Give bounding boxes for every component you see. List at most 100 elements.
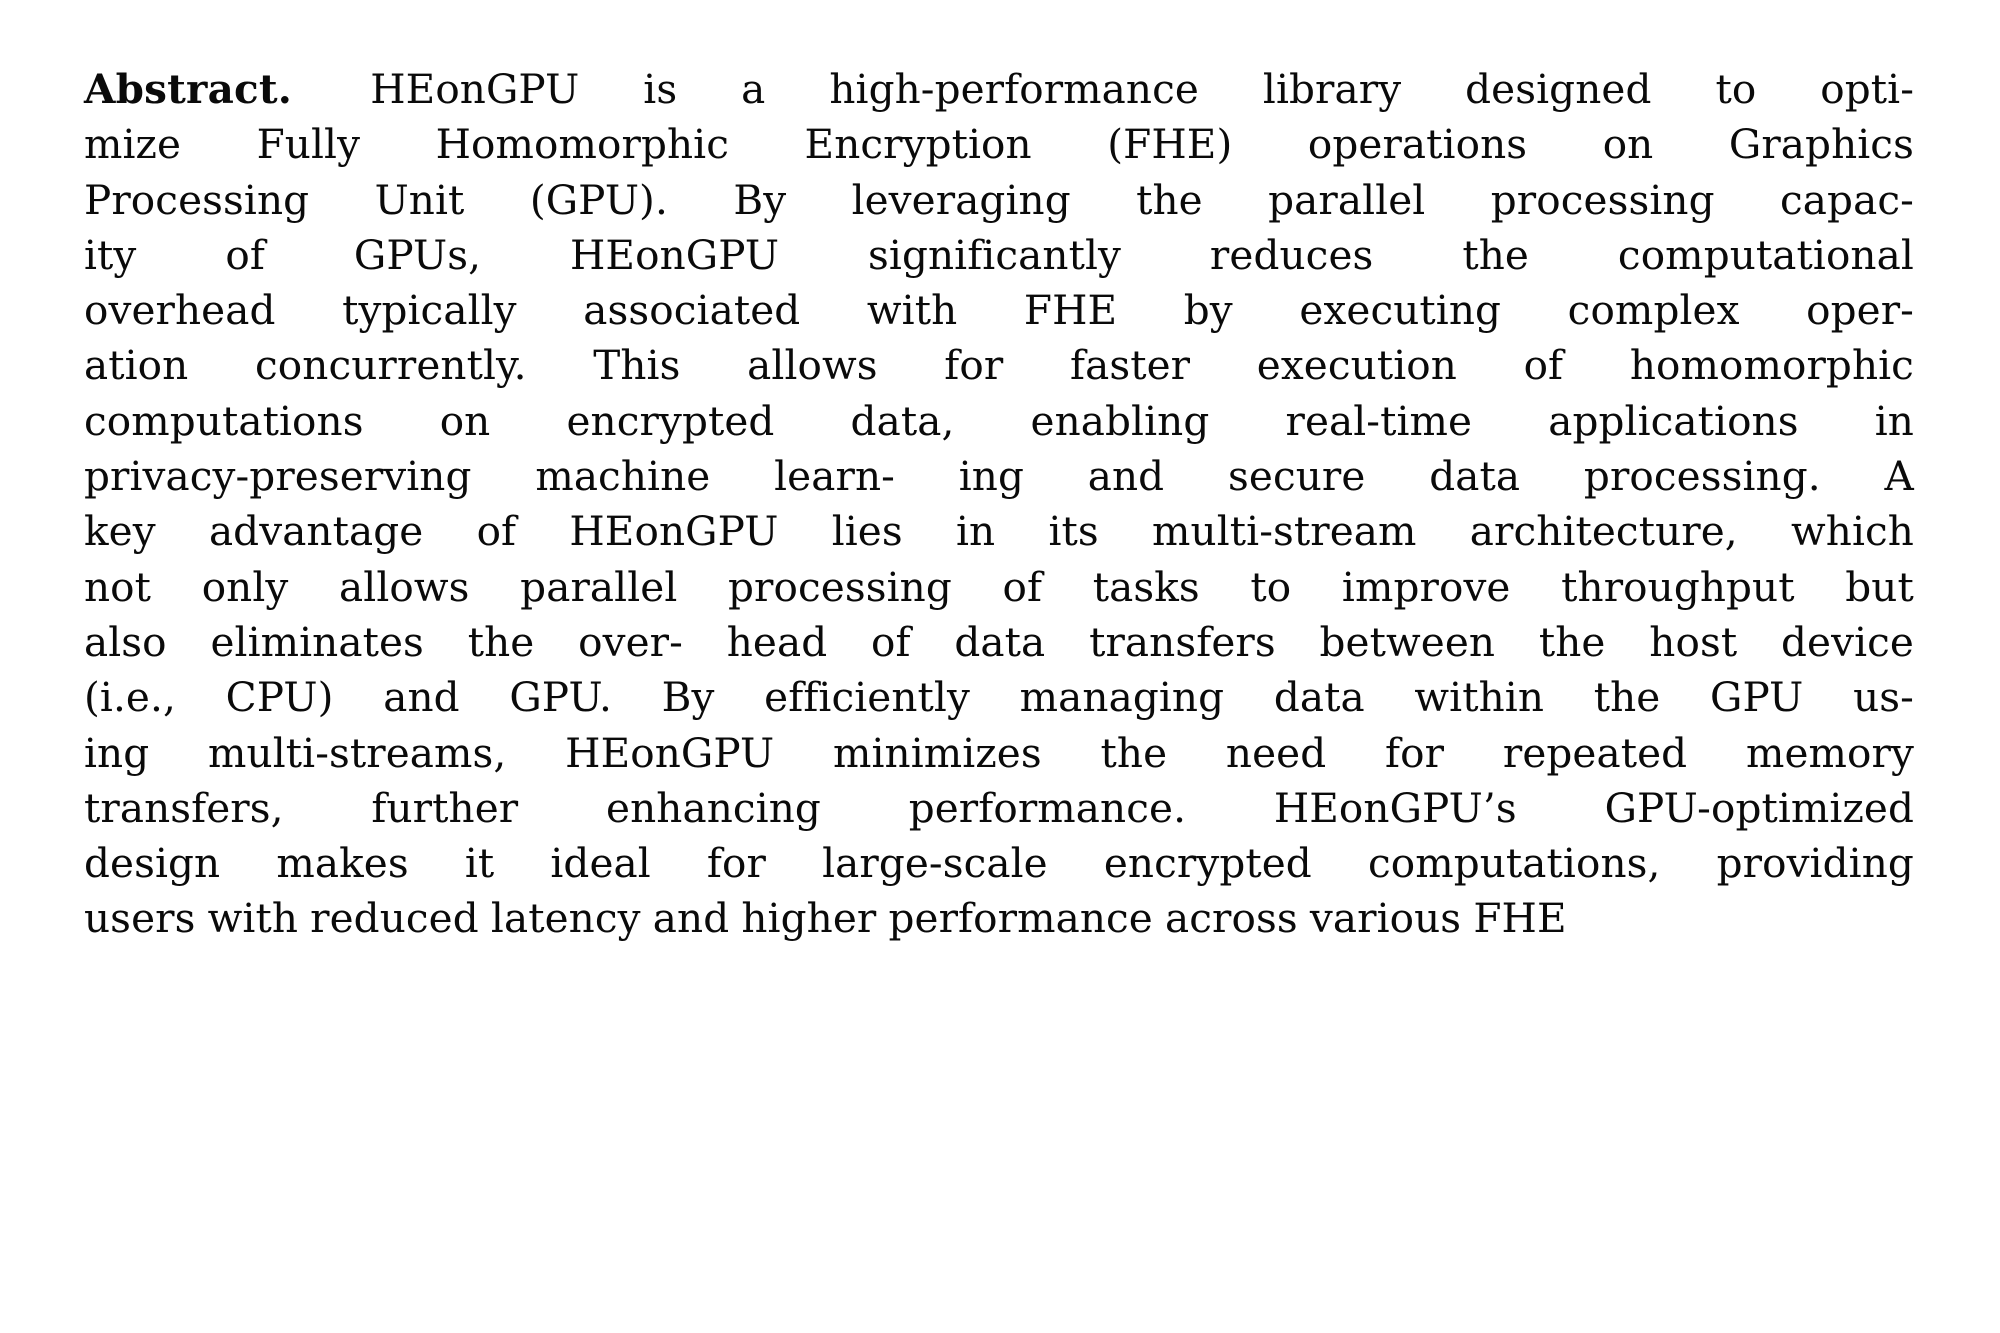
word: processing. <box>1583 452 1821 501</box>
word: between <box>1319 617 1496 666</box>
word: A <box>1884 452 1914 501</box>
word: parallel <box>1268 175 1426 224</box>
word: latency <box>490 894 641 943</box>
word: with <box>866 286 958 335</box>
word: HEonGPU <box>565 728 775 777</box>
abstract-block: Abstract. HEonGPU is a high-performance libra… <box>84 62 1914 947</box>
word: significantly <box>868 230 1121 279</box>
word: improve <box>1341 562 1511 611</box>
word: designed <box>1465 65 1652 113</box>
word: homomorphic <box>1629 341 1914 390</box>
word: high-performance <box>829 65 1199 113</box>
word: concurrently. <box>255 341 527 390</box>
word: data <box>954 617 1046 666</box>
word: execution <box>1256 341 1457 390</box>
word: and <box>652 894 730 943</box>
word: makes <box>276 839 409 888</box>
word: leveraging <box>851 175 1071 224</box>
word: for <box>706 839 766 888</box>
word: FHE <box>1473 894 1567 943</box>
word: head <box>726 617 828 666</box>
word: tasks <box>1092 562 1200 611</box>
word: (GPU). <box>529 175 668 224</box>
word: ideal <box>550 839 651 888</box>
word: HEonGPU <box>569 507 779 556</box>
abstract-line: transfers, further enhancing performance. HE… <box>84 781 1914 836</box>
word: data, <box>850 396 955 445</box>
word: its <box>1048 507 1099 556</box>
word: enhancing <box>606 783 821 832</box>
word: for <box>1385 728 1445 777</box>
word: providing <box>1716 839 1914 888</box>
word: reduces <box>1209 230 1374 279</box>
word: of <box>476 507 517 556</box>
word: in <box>956 507 996 556</box>
word: performance. <box>908 783 1187 832</box>
word: transfers <box>1089 617 1276 666</box>
word: need <box>1225 728 1327 777</box>
word: repeated <box>1502 728 1688 777</box>
word: oper- <box>1806 286 1914 335</box>
word: but <box>1845 562 1914 611</box>
word: HEonGPU <box>570 230 780 279</box>
abstract-line: also eliminates the over-head of data transfer… <box>84 615 1914 670</box>
word: Graphics <box>1728 120 1914 169</box>
word: by <box>1183 286 1233 335</box>
word: overhead <box>84 286 276 335</box>
word: This <box>593 341 681 390</box>
word: privacy-preserving <box>84 452 472 501</box>
abstract-line: not only allows parallel processing of tasks to… <box>84 560 1914 615</box>
word: By <box>661 673 715 722</box>
word: transfers, <box>84 783 284 832</box>
word: users <box>84 894 196 943</box>
word: within <box>1414 673 1545 722</box>
abstract-page: Abstract. HEonGPU is a high-performance libra… <box>0 0 2000 1333</box>
word: enabling <box>1030 396 1210 445</box>
word: on <box>1602 120 1654 169</box>
abstract-line: Processing Unit (GPU). By leveraging the paral… <box>84 173 1914 228</box>
word: to <box>1250 562 1292 611</box>
word: Homomorphic <box>435 120 729 169</box>
word: to <box>1715 65 1757 113</box>
abstract-line: ity of GPUs, HEonGPU significantly reduces the… <box>84 228 1914 283</box>
word: reduced <box>310 894 479 943</box>
word: operations <box>1307 120 1528 169</box>
word: ity <box>84 230 137 279</box>
abstract-label: Abstract. <box>84 65 293 113</box>
abstract-line: ing multi-streams, HEonGPU minimizes the need… <box>84 726 1914 781</box>
word: of <box>871 617 911 666</box>
word: not <box>84 562 152 611</box>
word: a <box>741 65 766 113</box>
word: (i.e., <box>84 673 176 722</box>
word: data <box>1273 673 1365 722</box>
abstract-paragraph: Abstract. HEonGPU is a high-performance libra… <box>84 62 1914 947</box>
word: also <box>84 617 167 666</box>
word: secure <box>1228 452 1366 501</box>
abstract-line: privacy-preserving machine learn-ing and sec… <box>84 449 1914 504</box>
word: in <box>1874 396 1914 445</box>
word: the <box>1136 175 1203 224</box>
word: managing <box>1019 673 1225 722</box>
word: and <box>1087 452 1165 501</box>
abstract-line: design makes it ideal for large-scale encrypte… <box>84 836 1914 891</box>
word: the <box>1593 673 1661 722</box>
word: capac- <box>1780 175 1914 224</box>
word: HEonGPU <box>370 65 580 113</box>
word: GPUs, <box>353 230 482 279</box>
word: Unit <box>374 175 465 224</box>
word: efficiently <box>764 673 970 722</box>
word: Encryption <box>804 120 1032 169</box>
word: further <box>371 783 519 832</box>
word: real-time <box>1285 396 1473 445</box>
word: only <box>201 562 289 611</box>
word: eliminates <box>210 617 424 666</box>
word: advantage <box>208 507 424 556</box>
word: By <box>733 175 787 224</box>
word: computational <box>1617 230 1914 279</box>
word: complex <box>1567 286 1740 335</box>
word: with <box>207 894 299 943</box>
word: design <box>84 839 221 888</box>
word: HEonGPU’s <box>1273 783 1517 832</box>
word: architecture, <box>1469 507 1738 556</box>
word: the <box>1462 230 1529 279</box>
